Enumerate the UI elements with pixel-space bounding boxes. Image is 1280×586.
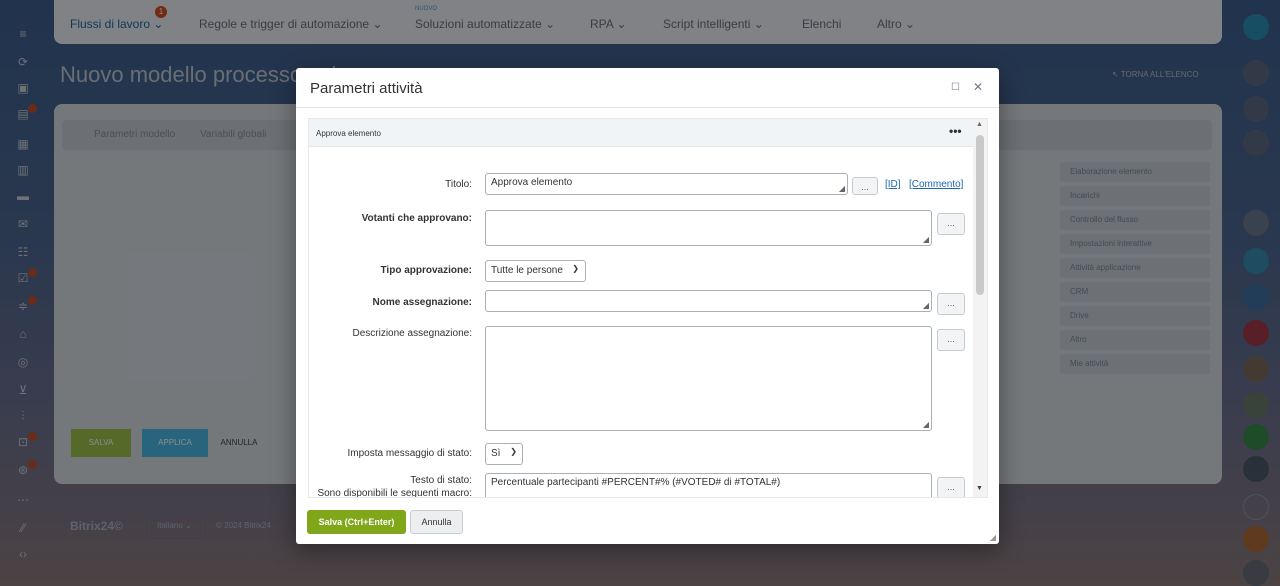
testo-label: Testo di stato:	[410, 475, 472, 486]
macro-label: Sono disponibili le seguenti macro:	[317, 488, 472, 498]
tipo-select[interactable]: Tutte le persone ❯	[485, 260, 586, 282]
resize-icon[interactable]: ◢	[990, 533, 996, 542]
maximize-icon[interactable]: ☐	[951, 82, 960, 93]
resize-icon[interactable]: ◢	[839, 184, 845, 193]
titolo-field[interactable]: Approva elemento ◢	[485, 173, 848, 195]
id-link[interactable]: [ID]	[885, 179, 901, 190]
testo-value: Percentuale partecipanti #PERCENT#% (#VO…	[491, 477, 781, 488]
scroll-up-icon[interactable]: ▲	[976, 121, 983, 128]
titolo-value: Approva elemento	[491, 177, 573, 188]
testo-field[interactable]: Percentuale partecipanti #PERCENT#% (#VO…	[485, 473, 932, 497]
dialog-header: Parametri attività ☐ ✕	[296, 68, 999, 108]
dialog-footer: Salva (Ctrl+Enter) Annulla ◢	[296, 500, 999, 544]
messaggio-label: Imposta messaggio di stato:	[347, 448, 472, 459]
testo-ellipsis-button[interactable]: ...	[937, 477, 965, 497]
nome-ellipsis-button[interactable]: ...	[937, 293, 965, 315]
scroll-down-icon[interactable]: ▼	[976, 485, 983, 492]
scrollbar-thumb[interactable]	[976, 135, 984, 295]
save-button[interactable]: Salva (Ctrl+Enter)	[307, 510, 406, 534]
tipo-value: Tutte le persone	[491, 265, 563, 276]
chevron-down-icon: ❯	[510, 447, 517, 456]
descr-label: Descrizione assegnazione:	[352, 328, 472, 339]
messaggio-select[interactable]: Sì ❯	[485, 443, 523, 465]
section-header: Approva elemento •••	[309, 119, 975, 147]
cancel-button[interactable]: Annulla	[410, 510, 463, 534]
votanti-label: Votanti che approvano:	[361, 213, 472, 224]
nome-field[interactable]: ◢	[485, 290, 932, 312]
comment-link[interactable]: [Commento]	[909, 179, 963, 190]
section-title: Approva elemento	[316, 129, 381, 138]
tipo-label: Tipo approvazione:	[380, 265, 473, 276]
dialog-body: Approva elemento ••• Titolo: Approva ele…	[308, 118, 988, 498]
titolo-ellipsis-button[interactable]: ...	[852, 177, 878, 195]
more-icon[interactable]: •••	[949, 124, 962, 138]
votanti-ellipsis-button[interactable]: ...	[937, 213, 965, 235]
messaggio-value: Sì	[491, 448, 501, 459]
close-icon[interactable]: ✕	[973, 80, 983, 94]
titolo-label: Titolo:	[445, 179, 472, 190]
dialog-title: Parametri attività	[310, 80, 423, 97]
descr-field[interactable]: ◢	[485, 326, 932, 431]
resize-icon[interactable]: ◢	[923, 420, 929, 429]
descr-ellipsis-button[interactable]: ...	[937, 329, 965, 351]
votanti-field[interactable]: ◢	[485, 210, 932, 246]
scrollbar[interactable]: ▲ ▼	[973, 119, 987, 497]
nome-label: Nome assegnazione:	[372, 297, 472, 308]
activity-dialog: Parametri attività ☐ ✕ Approva elemento …	[296, 68, 999, 544]
chevron-down-icon: ❯	[572, 264, 579, 273]
resize-icon[interactable]: ◢	[923, 235, 929, 244]
resize-icon[interactable]: ◢	[923, 301, 929, 310]
